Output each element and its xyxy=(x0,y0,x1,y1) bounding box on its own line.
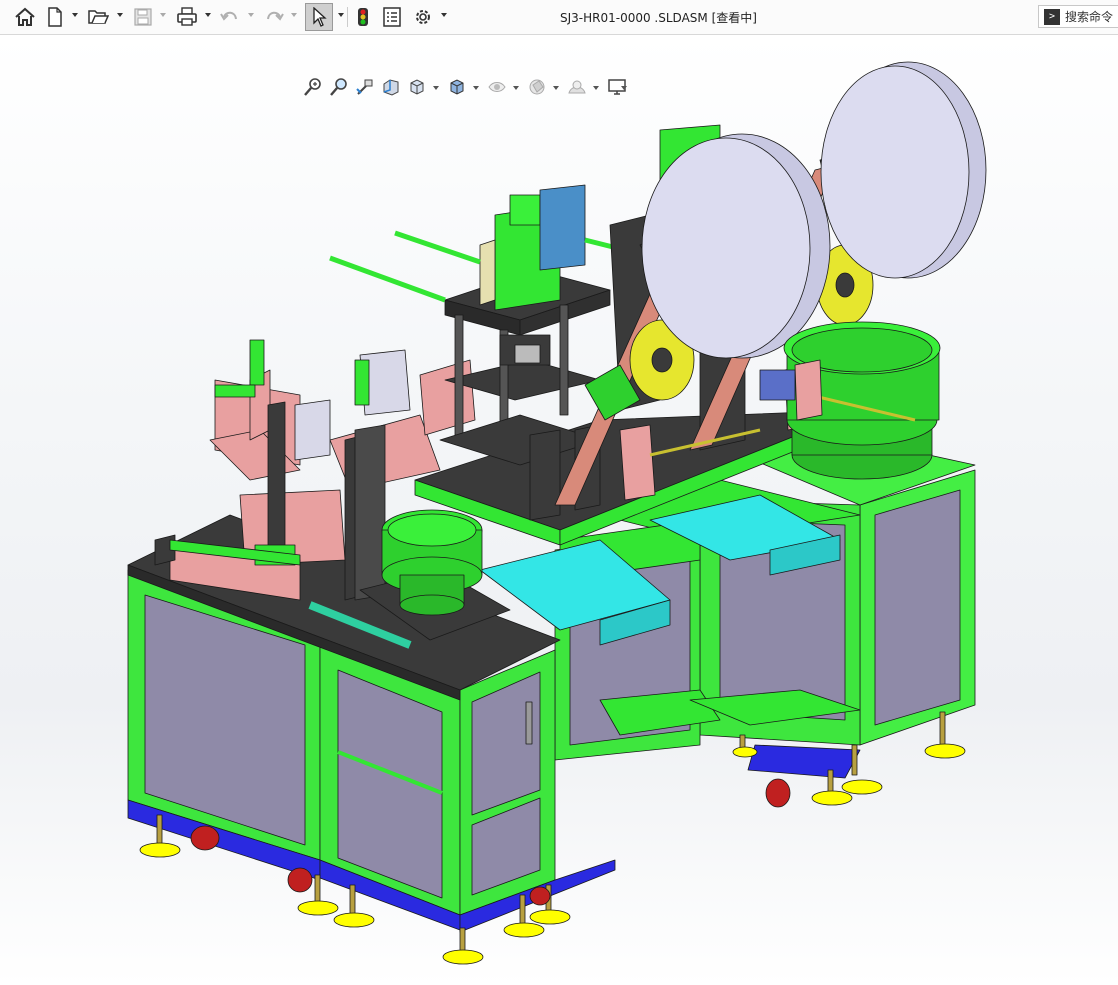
home-icon xyxy=(15,7,35,26)
options-button[interactable] xyxy=(411,5,435,29)
gear-icon xyxy=(416,10,430,24)
file-properties-button[interactable] xyxy=(381,5,403,29)
open-button[interactable] xyxy=(86,5,110,29)
toolbar-separator xyxy=(347,7,348,27)
print-dropdown[interactable] xyxy=(205,13,211,17)
title-bar: SJ3-HR01-0000 .SLDASM [查看中] > 搜索命令 xyxy=(0,0,1118,35)
cursor-arrow-icon xyxy=(313,7,327,27)
options-dropdown[interactable] xyxy=(441,13,447,17)
new-document-dropdown[interactable] xyxy=(72,13,78,17)
printer-icon xyxy=(177,7,197,26)
select-dropdown[interactable] xyxy=(338,13,344,17)
window-title: SJ3-HR01-0000 .SLDASM [查看中] xyxy=(560,11,757,25)
select-button[interactable] xyxy=(305,3,333,31)
command-prompt-icon: > xyxy=(1044,8,1060,25)
undo-dropdown[interactable] xyxy=(248,13,254,17)
redo-icon xyxy=(267,11,284,21)
file-properties-icon xyxy=(383,7,401,27)
new-document-button[interactable] xyxy=(44,5,66,29)
new-document-icon xyxy=(48,7,62,27)
open-dropdown[interactable] xyxy=(117,13,123,17)
search-placeholder: 搜索命令 xyxy=(1065,10,1114,24)
save-button[interactable] xyxy=(132,5,154,29)
save-dropdown[interactable] xyxy=(160,13,166,17)
redo-button[interactable] xyxy=(262,5,286,29)
graphics-area[interactable] xyxy=(0,35,1118,985)
undo-icon xyxy=(220,11,237,21)
home-button[interactable] xyxy=(12,5,38,29)
traffic-light-icon xyxy=(358,8,368,26)
print-button[interactable] xyxy=(174,5,200,29)
undo-button[interactable] xyxy=(218,5,242,29)
open-folder-icon xyxy=(88,10,109,24)
rebuild-button[interactable] xyxy=(353,5,373,29)
search-commands-box[interactable]: > 搜索命令 xyxy=(1038,5,1118,28)
save-icon xyxy=(134,8,152,26)
redo-dropdown[interactable] xyxy=(291,13,297,17)
assembly-model[interactable] xyxy=(0,35,1118,985)
